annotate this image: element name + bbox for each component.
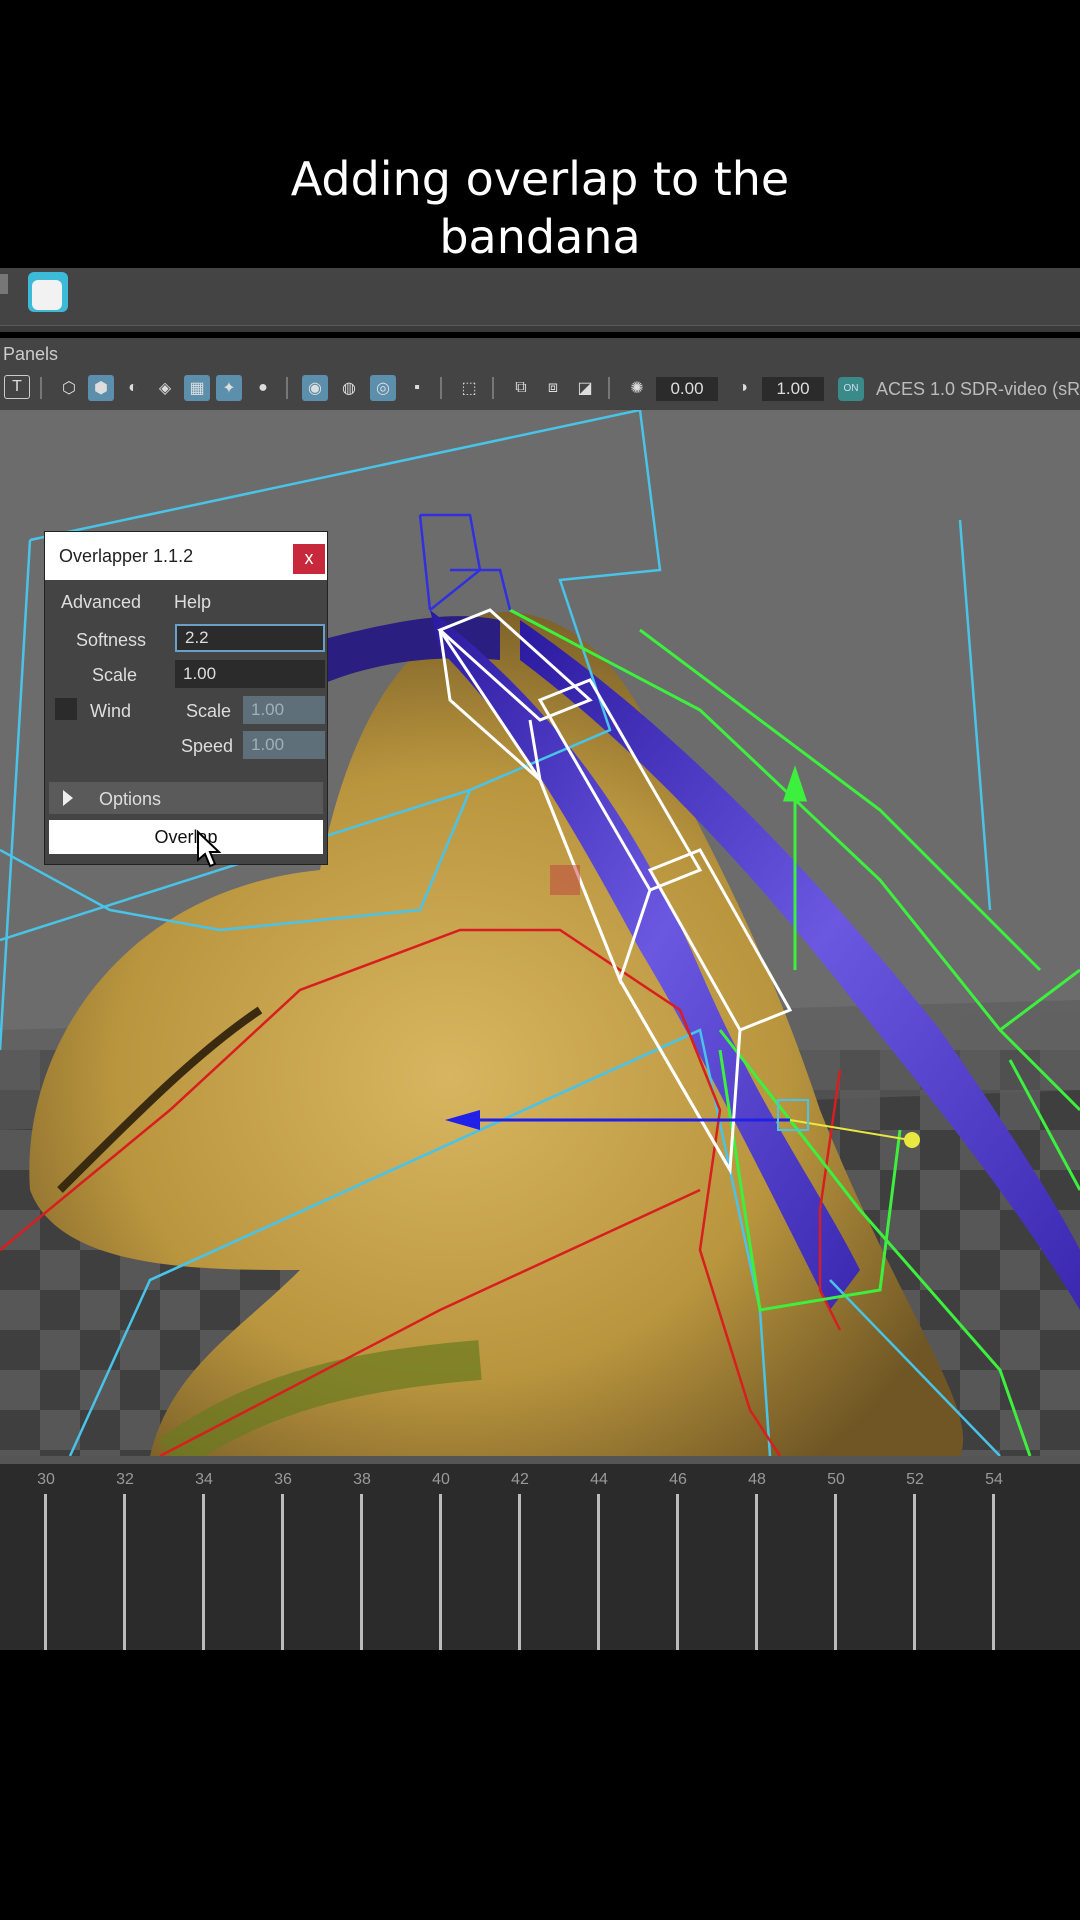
menu-advanced[interactable]: Advanced: [61, 592, 141, 613]
timeline-tick: [755, 1494, 758, 1650]
softness-field[interactable]: 2.2: [175, 624, 325, 652]
mouse-cursor-icon: [197, 830, 222, 868]
scale-label: Scale: [92, 665, 138, 685]
timeline-tick: [597, 1494, 600, 1650]
wind-speed-label: Speed: [181, 736, 234, 756]
lighting-icon[interactable]: ◈: [152, 375, 178, 401]
wind-scale-field[interactable]: 1.00: [243, 696, 325, 724]
toolbar-separator: [608, 377, 610, 399]
viewport-menu-bar: Panels: [0, 338, 1080, 368]
expand-arrow-icon: [63, 790, 73, 806]
timeline-frame-label: 38: [353, 1471, 371, 1488]
timeline-frame-label: 44: [590, 1471, 608, 1488]
overlapper-dialog: Overlapper 1.1.2 x Advanced Help Softnes…: [45, 532, 327, 864]
timeline-frame-label: 40: [432, 1471, 450, 1488]
timeline-border: [0, 1456, 1080, 1464]
toolbar-separator: [286, 377, 288, 399]
timeline-frame-label: 48: [748, 1471, 766, 1488]
colorspace-label[interactable]: ACES 1.0 SDR-video (sR: [876, 379, 1080, 400]
timeline-frame-label: 36: [274, 1471, 292, 1488]
close-button[interactable]: x: [293, 544, 325, 574]
caption-line-2: bandana: [439, 210, 641, 264]
timeline-tick: [913, 1494, 916, 1650]
wireframe-cube-icon[interactable]: ⬡: [56, 375, 82, 401]
text-icon[interactable]: T: [4, 375, 30, 399]
toolbar-separator: [40, 377, 42, 399]
timeline-frame-label: 54: [985, 1471, 1003, 1488]
options-section[interactable]: Options: [49, 782, 323, 814]
timeline-frame-label: 50: [827, 1471, 845, 1488]
exposure-icon[interactable]: ✺: [624, 375, 650, 401]
shadow-icon[interactable]: ●: [250, 375, 276, 401]
timeline-frame-label: 46: [669, 1471, 687, 1488]
time-slider[interactable]: 30 32 34 36 38 40 42 44 46 48 50 52 54: [0, 1456, 1080, 1650]
viewport-toolbar: T ⬡ ⬢ ◐ ◈ ▦ ✦ ● ◉ ◍ ◎ ▪ ⬚ ⧉ ⧈ ◪ ✺ 0.00 ◑…: [0, 368, 1080, 411]
timeline-tick: [834, 1494, 837, 1650]
shaded-cube-icon[interactable]: ⬢: [88, 375, 114, 401]
gamma-field[interactable]: 1.00: [762, 377, 824, 401]
wind-label: Wind: [90, 701, 132, 721]
gamma-icon[interactable]: ◑: [730, 375, 756, 401]
exposure-field[interactable]: 0.00: [656, 377, 718, 401]
timeline-tick: [281, 1494, 284, 1650]
xray-icon[interactable]: ▦: [184, 375, 210, 401]
isolate-select-icon[interactable]: ⬚: [456, 375, 482, 401]
textured-icon[interactable]: ◐: [120, 375, 146, 401]
timeline-tick: [202, 1494, 205, 1650]
timeline-tick: [44, 1494, 47, 1650]
timeline-frame-label: 30: [37, 1471, 55, 1488]
shelf-tool-icon[interactable]: [28, 272, 68, 312]
antialias-icon[interactable]: ◎: [370, 375, 396, 401]
ambient-occlusion-icon[interactable]: ◉: [302, 375, 328, 401]
wind-scale-label: Scale: [186, 701, 232, 721]
scale-field[interactable]: 1.00: [175, 660, 325, 688]
dialog-title: Overlapper 1.1.2: [59, 546, 194, 566]
timeline-tick: [992, 1494, 995, 1650]
overlap-button[interactable]: Overlap: [49, 820, 323, 854]
timeline-tick: [439, 1494, 442, 1650]
wind-checkbox[interactable]: [55, 698, 77, 720]
timeline-tick: [676, 1494, 679, 1650]
timeline-frame-label: 42: [511, 1471, 529, 1488]
image-plane-icon[interactable]: ◪: [572, 375, 598, 401]
timeline-tick: [360, 1494, 363, 1650]
timeline-frame-label: 32: [116, 1471, 134, 1488]
light-bulb-icon[interactable]: ✦: [216, 375, 242, 401]
softness-label: Softness: [76, 630, 147, 650]
menu-help[interactable]: Help: [174, 592, 211, 613]
video-caption: Adding overlap to the bandana: [0, 150, 1080, 266]
shelf-edge-icon: [0, 274, 8, 294]
hud-icon[interactable]: ⧈: [540, 375, 566, 401]
motion-blur-icon[interactable]: ◍: [336, 375, 362, 401]
menu-panels[interactable]: Panels: [3, 344, 58, 365]
options-label: Options: [99, 789, 162, 809]
dialog-titlebar[interactable]: Overlapper 1.1.2 x: [45, 532, 327, 580]
toolbar-separator: [440, 377, 442, 399]
depth-icon[interactable]: ▪: [404, 375, 430, 401]
timeline-frame-label: 34: [195, 1471, 213, 1488]
shelf-bar: [0, 268, 1080, 332]
timeline-tick: [518, 1494, 521, 1650]
timeline-tick: [123, 1494, 126, 1650]
caption-line-1: Adding overlap to the: [290, 152, 790, 206]
timeline-frame-label: 52: [906, 1471, 924, 1488]
shelf-divider: [0, 325, 1080, 332]
wind-speed-field[interactable]: 1.00: [243, 731, 325, 759]
grid-toggle-icon[interactable]: ⧉: [508, 375, 534, 401]
color-management-icon[interactable]: ON: [838, 377, 864, 401]
toolbar-separator: [492, 377, 494, 399]
